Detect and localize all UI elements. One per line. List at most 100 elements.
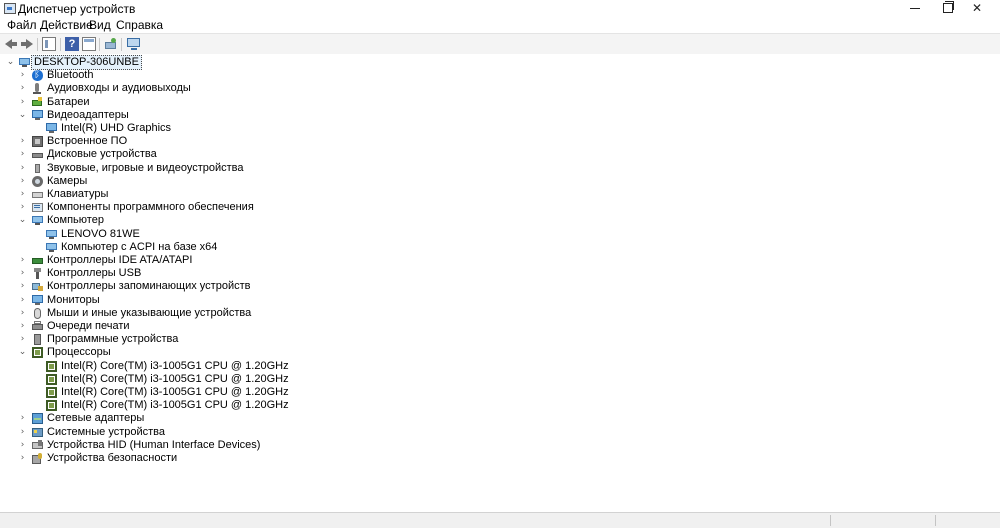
chevron-right-icon[interactable]: ›: [18, 412, 27, 425]
computer-icon: [46, 242, 57, 253]
chevron-right-icon[interactable]: ›: [18, 201, 27, 214]
back-arrow-icon[interactable]: [4, 37, 18, 51]
tree-device-label: Intel(R) Core(TM) i3-1005G1 CPU @ 1.20GH…: [61, 399, 289, 412]
tree-device-label: LENOVO 81WE: [61, 227, 140, 240]
tree-category-label: Системные устройства: [47, 425, 166, 438]
tree-device-item[interactable]: LENOVO 81WE: [0, 228, 1000, 241]
tree-category-item[interactable]: › Встроенное ПО: [0, 135, 1000, 148]
tree-category-label: Камеры: [47, 174, 88, 187]
chevron-right-icon[interactable]: ›: [18, 452, 27, 465]
device-manager-app-icon: [4, 3, 16, 14]
chevron-down-icon[interactable]: ⌄: [6, 56, 15, 69]
tree-category-item[interactable]: › Контроллеры IDE ATA/ATAPI: [0, 254, 1000, 267]
tree-device-item[interactable]: Intel(R) Core(TM) i3-1005G1 CPU @ 1.20GH…: [0, 386, 1000, 399]
tree-category-item[interactable]: › Очереди печати: [0, 320, 1000, 333]
audio-icon: [32, 83, 43, 95]
menu-view[interactable]: Вид: [89, 18, 111, 32]
menu-help[interactable]: Справка: [116, 18, 163, 32]
tree-category-item[interactable]: › Контроллеры USB: [0, 267, 1000, 280]
tree-category-item[interactable]: › Устройства HID (Human Interface Devices…: [0, 439, 1000, 452]
software-icon: [32, 202, 43, 213]
chevron-right-icon[interactable]: ›: [18, 333, 27, 346]
tree-category-label: Bluetooth: [47, 69, 94, 82]
scan-hardware-icon[interactable]: [104, 37, 118, 51]
help-icon[interactable]: ?: [65, 37, 79, 51]
tree-category-item[interactable]: › Камеры: [0, 175, 1000, 188]
tree-device-item[interactable]: Intel(R) Core(TM) i3-1005G1 CPU @ 1.20GH…: [0, 399, 1000, 412]
tree-category-item[interactable]: › Дисковые устройства: [0, 148, 1000, 161]
monitor-icon[interactable]: [127, 37, 141, 51]
tree-category-item[interactable]: › Батареи: [0, 96, 1000, 109]
close-button[interactable]: ✕: [954, 0, 1000, 17]
sound-icon: [32, 163, 43, 174]
tree-device-item[interactable]: Intel(R) Core(TM) i3-1005G1 CPU @ 1.20GH…: [0, 373, 1000, 386]
tree-category-item[interactable]: › Компоненты программного обеспечения: [0, 201, 1000, 214]
tree-category-item[interactable]: › Программные устройства: [0, 333, 1000, 346]
chevron-right-icon[interactable]: ›: [18, 175, 27, 188]
processor-icon: [46, 387, 57, 398]
tree-category-item[interactable]: › Звуковые, игровые и видеоустройства: [0, 162, 1000, 175]
usb-icon: [32, 268, 43, 280]
chevron-right-icon[interactable]: ›: [18, 294, 27, 307]
chevron-down-icon[interactable]: ⌄: [18, 346, 27, 359]
tree-device-label: Intel(R) Core(TM) i3-1005G1 CPU @ 1.20GH…: [61, 372, 289, 385]
tree-category-item[interactable]: › Сетевые адаптеры: [0, 412, 1000, 425]
tree-category-item[interactable]: › Контроллеры запоминающих устройств: [0, 280, 1000, 293]
menu-file[interactable]: Файл: [7, 18, 37, 32]
title-bar: Диспетчер устройств ✕: [0, 0, 1000, 17]
toolbar-separator: [121, 38, 122, 51]
chevron-right-icon[interactable]: ›: [18, 320, 27, 333]
chevron-right-icon[interactable]: ›: [18, 82, 27, 95]
processor-icon: [46, 400, 57, 412]
chevron-right-icon[interactable]: ›: [18, 188, 27, 201]
tree-category-item[interactable]: › Мониторы: [0, 294, 1000, 307]
monitor-icon: [46, 123, 57, 134]
tree-device-label: Intel(R) UHD Graphics: [61, 122, 172, 134]
forward-arrow-icon[interactable]: [20, 37, 34, 51]
tree-category-item[interactable]: › Клавиатуры: [0, 188, 1000, 201]
tree-category-item[interactable]: ⌄ Процессоры: [0, 346, 1000, 359]
tree-category-item[interactable]: › Системные устройства: [0, 426, 1000, 439]
tree-category-item[interactable]: › Устройства безопасности: [0, 452, 1000, 465]
tree-category-label: Процессоры: [47, 346, 111, 359]
chevron-down-icon[interactable]: ⌄: [18, 214, 27, 227]
tree-category-label: Сетевые адаптеры: [47, 412, 145, 425]
tree-category-item[interactable]: ⌄ Компьютер: [0, 214, 1000, 227]
tree-category-label: Компоненты программного обеспечения: [47, 201, 254, 214]
chevron-right-icon[interactable]: ›: [18, 69, 27, 82]
tree-device-item[interactable]: Intel(R) Core(TM) i3-1005G1 CPU @ 1.20GH…: [0, 360, 1000, 373]
panel-icon[interactable]: [82, 37, 96, 51]
tree-category-label: Мыши и иные указывающие устройства: [47, 306, 252, 319]
chevron-right-icon[interactable]: ›: [18, 254, 27, 267]
tree-category-item[interactable]: ⌄ Видеоадаптеры: [0, 109, 1000, 122]
tree-category-label: Контроллеры запоминающих устройств: [47, 280, 251, 293]
chevron-right-icon[interactable]: ›: [18, 135, 27, 148]
menu-action[interactable]: Действие: [40, 18, 93, 32]
chevron-right-icon[interactable]: ›: [18, 148, 27, 161]
chevron-right-icon[interactable]: ›: [18, 96, 27, 109]
security-device-icon: [32, 453, 43, 464]
tree-category-label: Встроенное ПО: [47, 135, 128, 148]
chevron-right-icon[interactable]: ›: [18, 439, 27, 452]
chevron-right-icon[interactable]: ›: [18, 162, 27, 175]
chevron-right-icon[interactable]: ›: [18, 267, 27, 280]
tree-category-label: Батареи: [47, 95, 90, 108]
tree-root-node[interactable]: ⌄ DESKTOP-306UNBE: [0, 55, 1000, 70]
hid-icon: [32, 439, 43, 451]
chevron-right-icon[interactable]: ›: [18, 280, 27, 293]
tree-device-item[interactable]: Компьютер с ACPI на базе x64: [0, 241, 1000, 254]
tree-category-item[interactable]: › Bluetooth: [0, 69, 1000, 82]
computer-icon: [32, 215, 43, 226]
tree-category-label: Очереди печати: [47, 320, 130, 332]
tree-root-label: DESKTOP-306UNBE: [31, 55, 142, 70]
computer-icon: [19, 57, 30, 68]
chevron-right-icon[interactable]: ›: [18, 307, 27, 320]
tree-category-label: Дисковые устройства: [47, 148, 157, 161]
tree-device-item[interactable]: Intel(R) UHD Graphics: [0, 122, 1000, 135]
tree-category-item[interactable]: › Аудиовходы и аудиовыходы: [0, 82, 1000, 95]
chevron-right-icon[interactable]: ›: [18, 426, 27, 439]
tree-category-label: Аудиовходы и аудиовыходы: [47, 82, 191, 95]
properties-icon[interactable]: [42, 37, 56, 51]
tree-category-item[interactable]: › Мыши и иные указывающие устройства: [0, 307, 1000, 320]
chevron-down-icon[interactable]: ⌄: [18, 109, 27, 122]
